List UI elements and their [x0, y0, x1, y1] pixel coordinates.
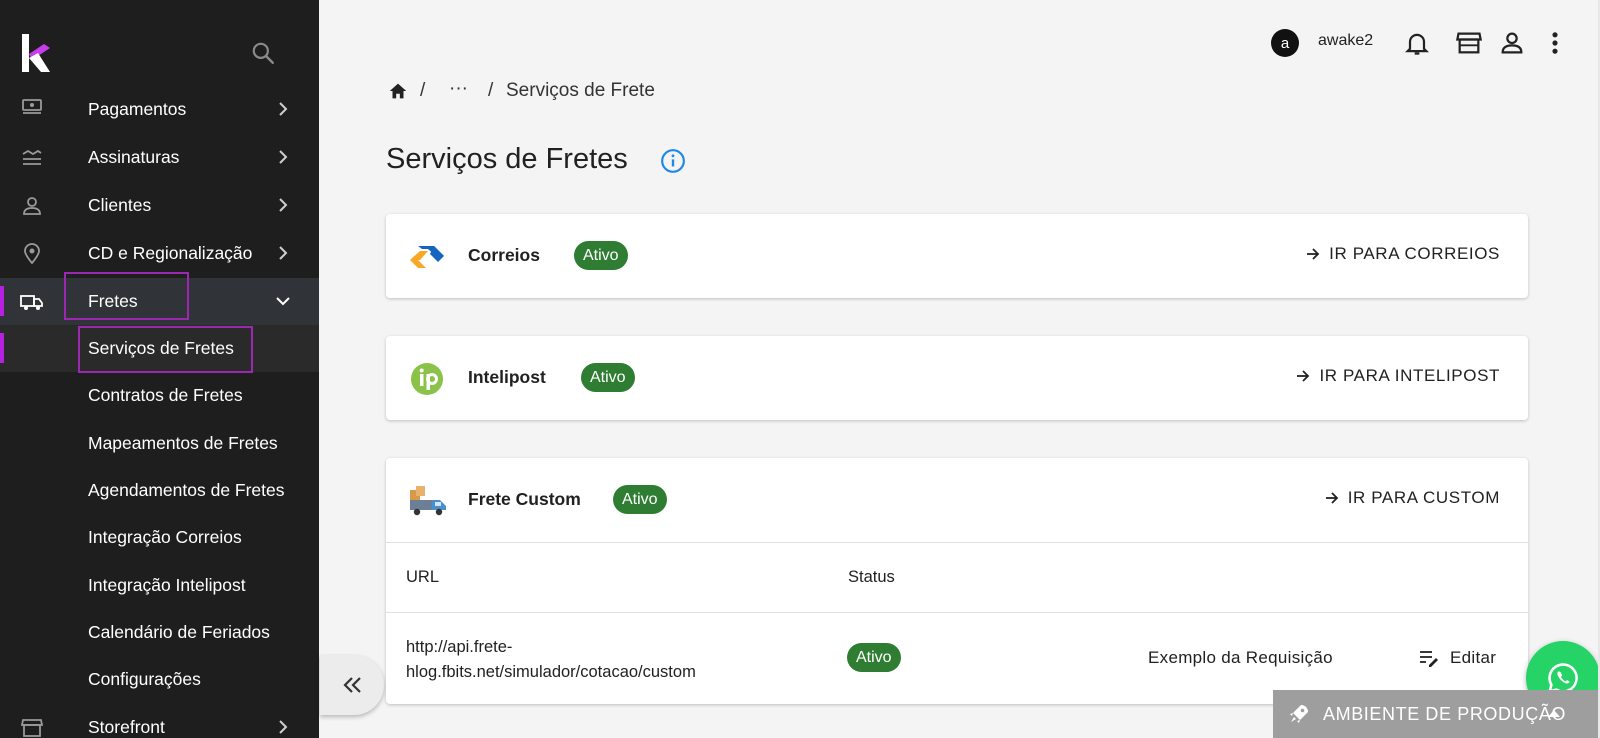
sidebar-subitem-agendamentos[interactable]: Agendamentos de Fretes	[0, 467, 319, 514]
sidebar-subitem-label: Agendamentos de Fretes	[88, 480, 285, 500]
link-label: IR PARA CORREIOS	[1329, 244, 1500, 263]
bell-icon[interactable]	[1403, 29, 1431, 57]
sidebar: Pagamentos Assinaturas Clientes CD e Reg…	[0, 0, 319, 738]
status-badge: Ativo	[581, 363, 635, 392]
provider-name: Intelipost	[468, 367, 546, 387]
truck-icon	[20, 295, 43, 310]
column-header-status: Status	[848, 568, 895, 586]
provider-name: Correios	[468, 245, 540, 265]
active-indicator	[0, 286, 4, 316]
arrow-right-icon	[1307, 248, 1320, 260]
card-header: Correios Ativo IR PARA CORREIOS	[386, 214, 1528, 298]
breadcrumb-separator: /	[488, 80, 494, 101]
provider-card-custom: Frete Custom Ativo IR PARA CUSTOM URL St…	[386, 458, 1528, 704]
provider-card-correios: Correios Ativo IR PARA CORREIOS	[386, 214, 1528, 298]
status-badge: Ativo	[613, 485, 667, 514]
chevron-down-icon	[276, 297, 290, 306]
search-icon[interactable]	[250, 40, 276, 66]
rocket-icon	[1290, 705, 1308, 723]
status-badge: Ativo	[847, 643, 901, 672]
layers-icon	[22, 149, 42, 165]
go-to-custom-link[interactable]: IR PARA CUSTOM	[1324, 488, 1500, 508]
url-line: http://api.frete-	[406, 638, 513, 656]
account-icon[interactable]	[1498, 29, 1526, 57]
sidebar-item-label: Storefront	[88, 717, 165, 737]
sidebar-item-pagamentos[interactable]: Pagamentos	[0, 86, 319, 133]
location-icon	[24, 243, 40, 265]
collapse-sidebar-button[interactable]	[320, 655, 384, 715]
highlight-box	[78, 326, 253, 373]
go-to-intelipost-link[interactable]: IR PARA INTELIPOST	[1295, 366, 1500, 386]
sidebar-subitem-label: Contratos de Fretes	[88, 385, 243, 405]
arrow-right-icon	[1325, 492, 1338, 504]
environment-bar[interactable]: AMBIENTE DE PRODUÇÃO	[1273, 690, 1600, 738]
person-icon	[23, 197, 41, 215]
sidebar-subitem-integracao-intelipost[interactable]: Integração Intelipost	[0, 562, 319, 609]
arrow-right-icon	[1297, 370, 1310, 382]
sidebar-item-assinaturas[interactable]: Assinaturas	[0, 134, 319, 181]
example-request-button[interactable]: Exemplo da Requisição	[1148, 648, 1333, 668]
edit-label: Editar	[1450, 648, 1497, 667]
sidebar-subitem-label: Integração Correios	[88, 527, 242, 547]
info-icon[interactable]	[660, 148, 686, 174]
page-title: Serviços de Fretes	[386, 143, 628, 175]
sidebar-item-label: Clientes	[88, 195, 152, 215]
store-icon	[20, 719, 44, 737]
sidebar-item-label: Assinaturas	[88, 147, 180, 167]
money-icon	[22, 99, 42, 114]
sidebar-item-label: Pagamentos	[88, 99, 187, 119]
sidebar-subitem-label: Integração Intelipost	[88, 575, 246, 595]
delivery-truck-icon	[410, 486, 446, 516]
edit-list-icon	[1420, 651, 1438, 667]
breadcrumb-ellipsis[interactable]: ···	[449, 78, 468, 100]
home-icon[interactable]	[387, 80, 409, 102]
column-header-url: URL	[406, 568, 440, 586]
divider	[386, 542, 1528, 543]
sidebar-subitem-label: Configurações	[88, 669, 201, 689]
provider-card-intelipost: Intelipost Ativo IR PARA INTELIPOST	[386, 336, 1528, 420]
chevron-right-icon	[279, 246, 288, 260]
store-icon[interactable]	[1455, 29, 1483, 57]
highlight-box	[64, 272, 189, 320]
correios-logo	[410, 246, 444, 268]
sidebar-item-cd-regionalizacao[interactable]: CD e Regionalização	[0, 230, 319, 277]
table-cell-url: http://api.frete- hlog.fbits.net/simulad…	[406, 635, 766, 685]
active-indicator	[0, 333, 4, 363]
environment-label: AMBIENTE DE PRODUÇÃO	[1323, 703, 1567, 724]
sidebar-subitem-configuracoes[interactable]: Configurações	[0, 656, 319, 703]
kpl-logo[interactable]	[22, 34, 50, 72]
link-label: IR PARA CUSTOM	[1347, 488, 1500, 507]
sidebar-subitem-integracao-correios[interactable]: Integração Correios	[0, 514, 319, 561]
sidebar-subitem-label: Calendário de Feriados	[88, 622, 270, 642]
username-label[interactable]: awake2	[1318, 32, 1373, 50]
user-avatar[interactable]: a	[1271, 29, 1299, 57]
sidebar-subitem-mapeamentos[interactable]: Mapeamentos de Fretes	[0, 420, 319, 467]
sidebar-subitem-contratos[interactable]: Contratos de Fretes	[0, 372, 319, 419]
chevron-right-icon	[279, 102, 288, 116]
sidebar-subitem-label: Mapeamentos de Fretes	[88, 433, 278, 453]
chevron-right-icon	[279, 150, 288, 164]
url-line: hlog.fbits.net/simulador/cotacao/custom	[406, 663, 696, 681]
card-header: Frete Custom Ativo IR PARA CUSTOM	[386, 458, 1528, 542]
chevron-right-icon	[279, 198, 288, 212]
go-to-correios-link[interactable]: IR PARA CORREIOS	[1305, 244, 1500, 264]
sidebar-item-storefront[interactable]: Storefront	[0, 704, 319, 738]
sidebar-item-clientes[interactable]: Clientes	[0, 182, 319, 229]
sidebar-subitem-calendario[interactable]: Calendário de Feriados	[0, 609, 319, 656]
chevron-right-icon	[279, 720, 288, 734]
status-badge: Ativo	[574, 241, 628, 270]
intelipost-logo	[411, 363, 443, 395]
provider-name: Frete Custom	[468, 489, 581, 509]
divider	[386, 612, 1528, 613]
sidebar-item-label: CD e Regionalização	[88, 243, 253, 263]
breadcrumb-separator: /	[420, 80, 426, 101]
link-label: IR PARA INTELIPOST	[1319, 366, 1500, 385]
edit-button[interactable]: Editar	[1418, 648, 1496, 668]
more-vertical-icon[interactable]	[1541, 29, 1569, 57]
double-chevron-left-icon	[343, 677, 361, 693]
caret-up-icon	[1548, 710, 1560, 717]
breadcrumb-current: Serviços de Frete	[506, 80, 655, 101]
card-header: Intelipost Ativo IR PARA INTELIPOST	[386, 336, 1528, 420]
